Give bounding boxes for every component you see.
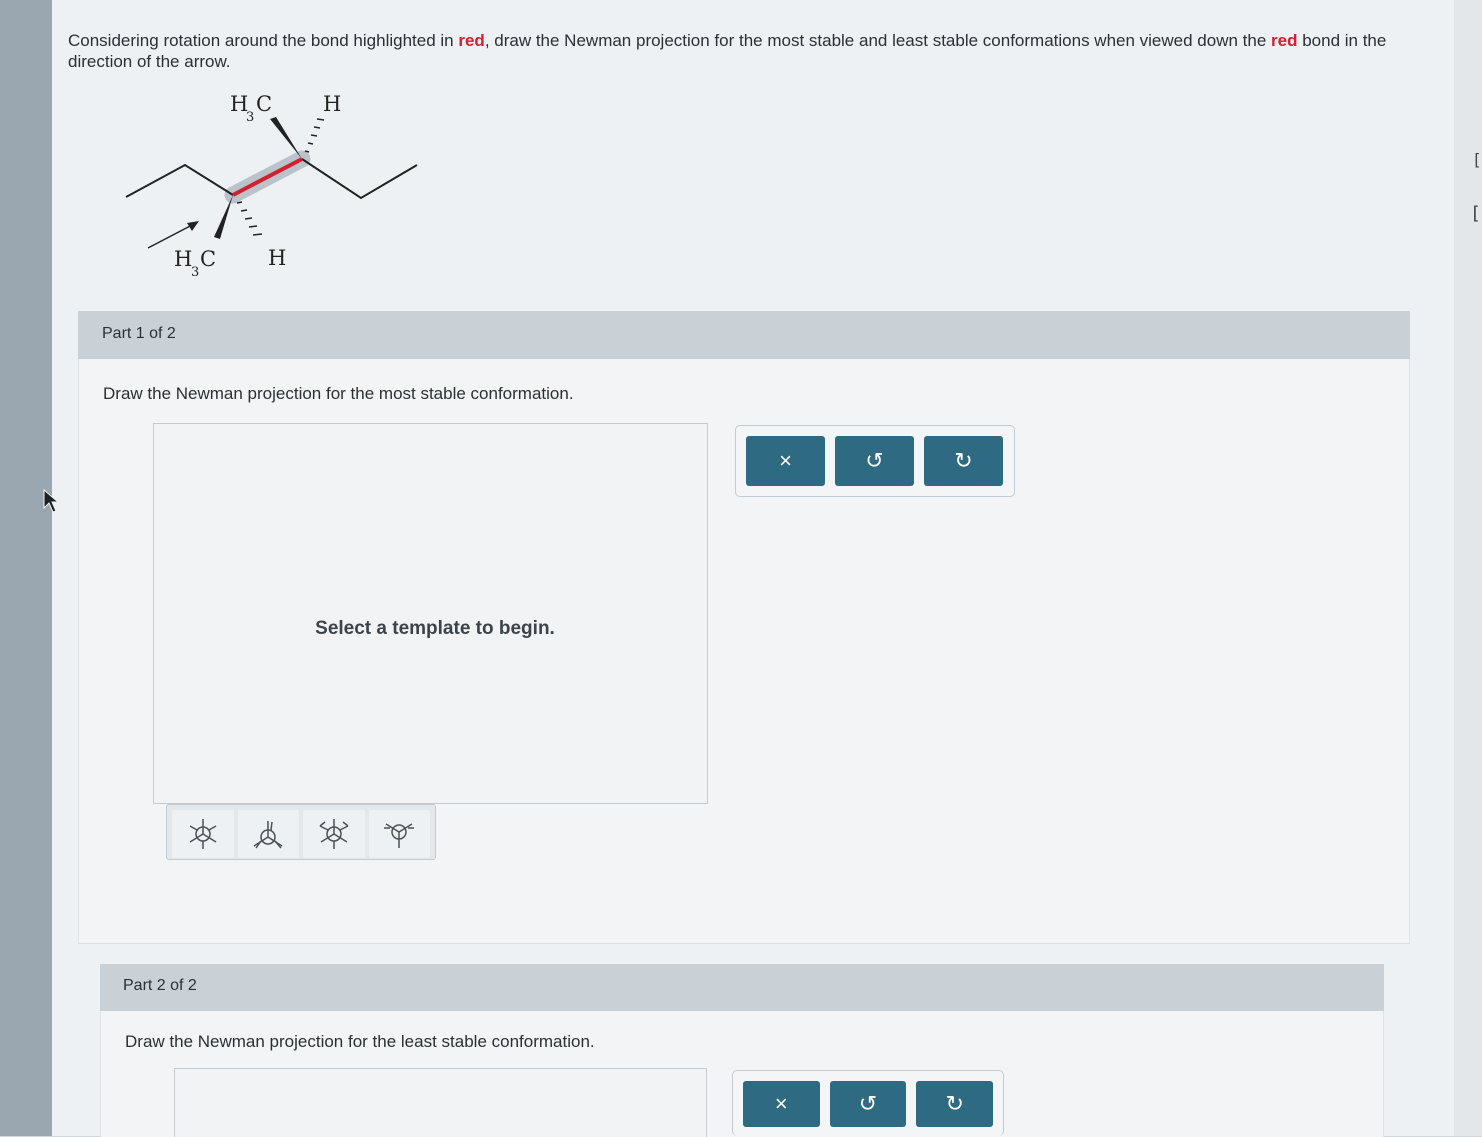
bottom-right-h: H (268, 246, 286, 270)
redo-button[interactable]: ↻ (916, 1081, 994, 1127)
part-1-toolbar: × ↺ ↻ (735, 425, 1015, 497)
part-1-header[interactable] (78, 311, 1410, 359)
left-chain (125, 163, 234, 198)
window-left-edge (0, 0, 52, 1136)
hash-bond-top (304, 118, 325, 153)
template-bar (166, 804, 436, 860)
question-red-1: red (458, 31, 485, 50)
canvas-placeholder-text: Select a template to begin. (315, 618, 555, 639)
red-bond (232, 157, 303, 197)
part-2-instruction: Draw the Newman projection for the least… (125, 1032, 595, 1051)
wedge-bond-top (270, 117, 302, 159)
part-2-title: Part 2 of 2 (123, 977, 197, 994)
newman-eclipsed-icon (253, 821, 283, 849)
part-2-header[interactable] (100, 964, 1384, 1011)
question-text: Considering rotation around the bond hig… (68, 30, 1428, 72)
newman-staggered-icon (189, 819, 217, 849)
hash-bond-bottom (236, 201, 263, 236)
redo-icon: ↻ (945, 1091, 964, 1116)
top-right-h: H (323, 92, 341, 116)
part-1-instruction: Draw the Newman projection for the most … (103, 384, 574, 403)
wedge-bond-bottom (214, 195, 233, 239)
right-chain (301, 158, 418, 200)
clear-button[interactable]: × (743, 1081, 820, 1127)
close-icon: × (774, 1091, 788, 1116)
template-staggered-alt-button[interactable] (303, 810, 365, 858)
newman-eclipsed-alt-icon (384, 823, 415, 848)
view-arrow-line (147, 223, 195, 249)
part-1-drawing-canvas[interactable]: Select a template to begin. (153, 423, 708, 804)
clear-button[interactable]: × (746, 436, 825, 486)
undo-icon: ↺ (865, 448, 884, 473)
part-2-toolbar: × ↺ ↻ (732, 1070, 1004, 1136)
edge-glyph-1: [ (1472, 150, 1482, 169)
question-part-1: Considering rotation around the bond hig… (68, 31, 459, 50)
template-eclipsed-alt-button[interactable] (368, 810, 430, 858)
top-left-sub: 3 (246, 110, 254, 125)
window-right-edge: [ [ (1454, 0, 1482, 1136)
close-icon: × (779, 448, 792, 473)
part-2-drawing-canvas[interactable] (174, 1068, 707, 1137)
undo-button[interactable]: ↺ (829, 1081, 907, 1127)
question-red-2: red (1271, 31, 1298, 50)
question-part-2: , draw the Newman projection for the mos… (484, 31, 1272, 50)
undo-button[interactable]: ↺ (835, 436, 914, 486)
template-staggered-button[interactable] (172, 810, 234, 858)
top-left-c: C (256, 92, 272, 116)
newman-staggered-alt-icon (319, 819, 349, 849)
bottom-left-h: H (174, 247, 192, 271)
part-1-title: Part 1 of 2 (102, 325, 176, 342)
undo-icon: ↺ (858, 1091, 878, 1116)
bottom-left-c: C (200, 247, 216, 271)
redo-button[interactable]: ↻ (924, 436, 1003, 486)
molecule-structure: H 3 C H H 3 C H (125, 92, 418, 280)
redo-icon: ↻ (954, 448, 973, 473)
template-eclipsed-button[interactable] (237, 810, 299, 858)
mouse-pointer-icon (43, 488, 60, 513)
bottom-left-sub: 3 (191, 265, 199, 280)
edge-glyph-2: [ (1470, 203, 1481, 224)
